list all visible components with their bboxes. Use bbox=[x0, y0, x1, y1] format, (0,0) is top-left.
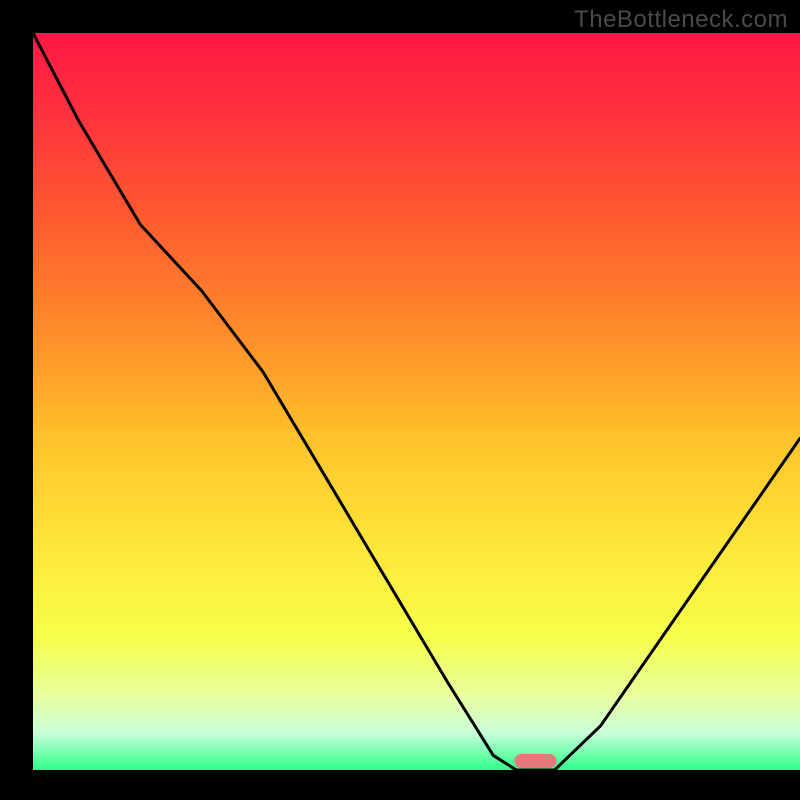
plot-background bbox=[33, 33, 800, 770]
chart-svg bbox=[0, 0, 800, 800]
optimal-marker bbox=[514, 754, 556, 768]
chart-stage: TheBottleneck.com bbox=[0, 0, 800, 800]
watermark-text: TheBottleneck.com bbox=[574, 6, 788, 34]
